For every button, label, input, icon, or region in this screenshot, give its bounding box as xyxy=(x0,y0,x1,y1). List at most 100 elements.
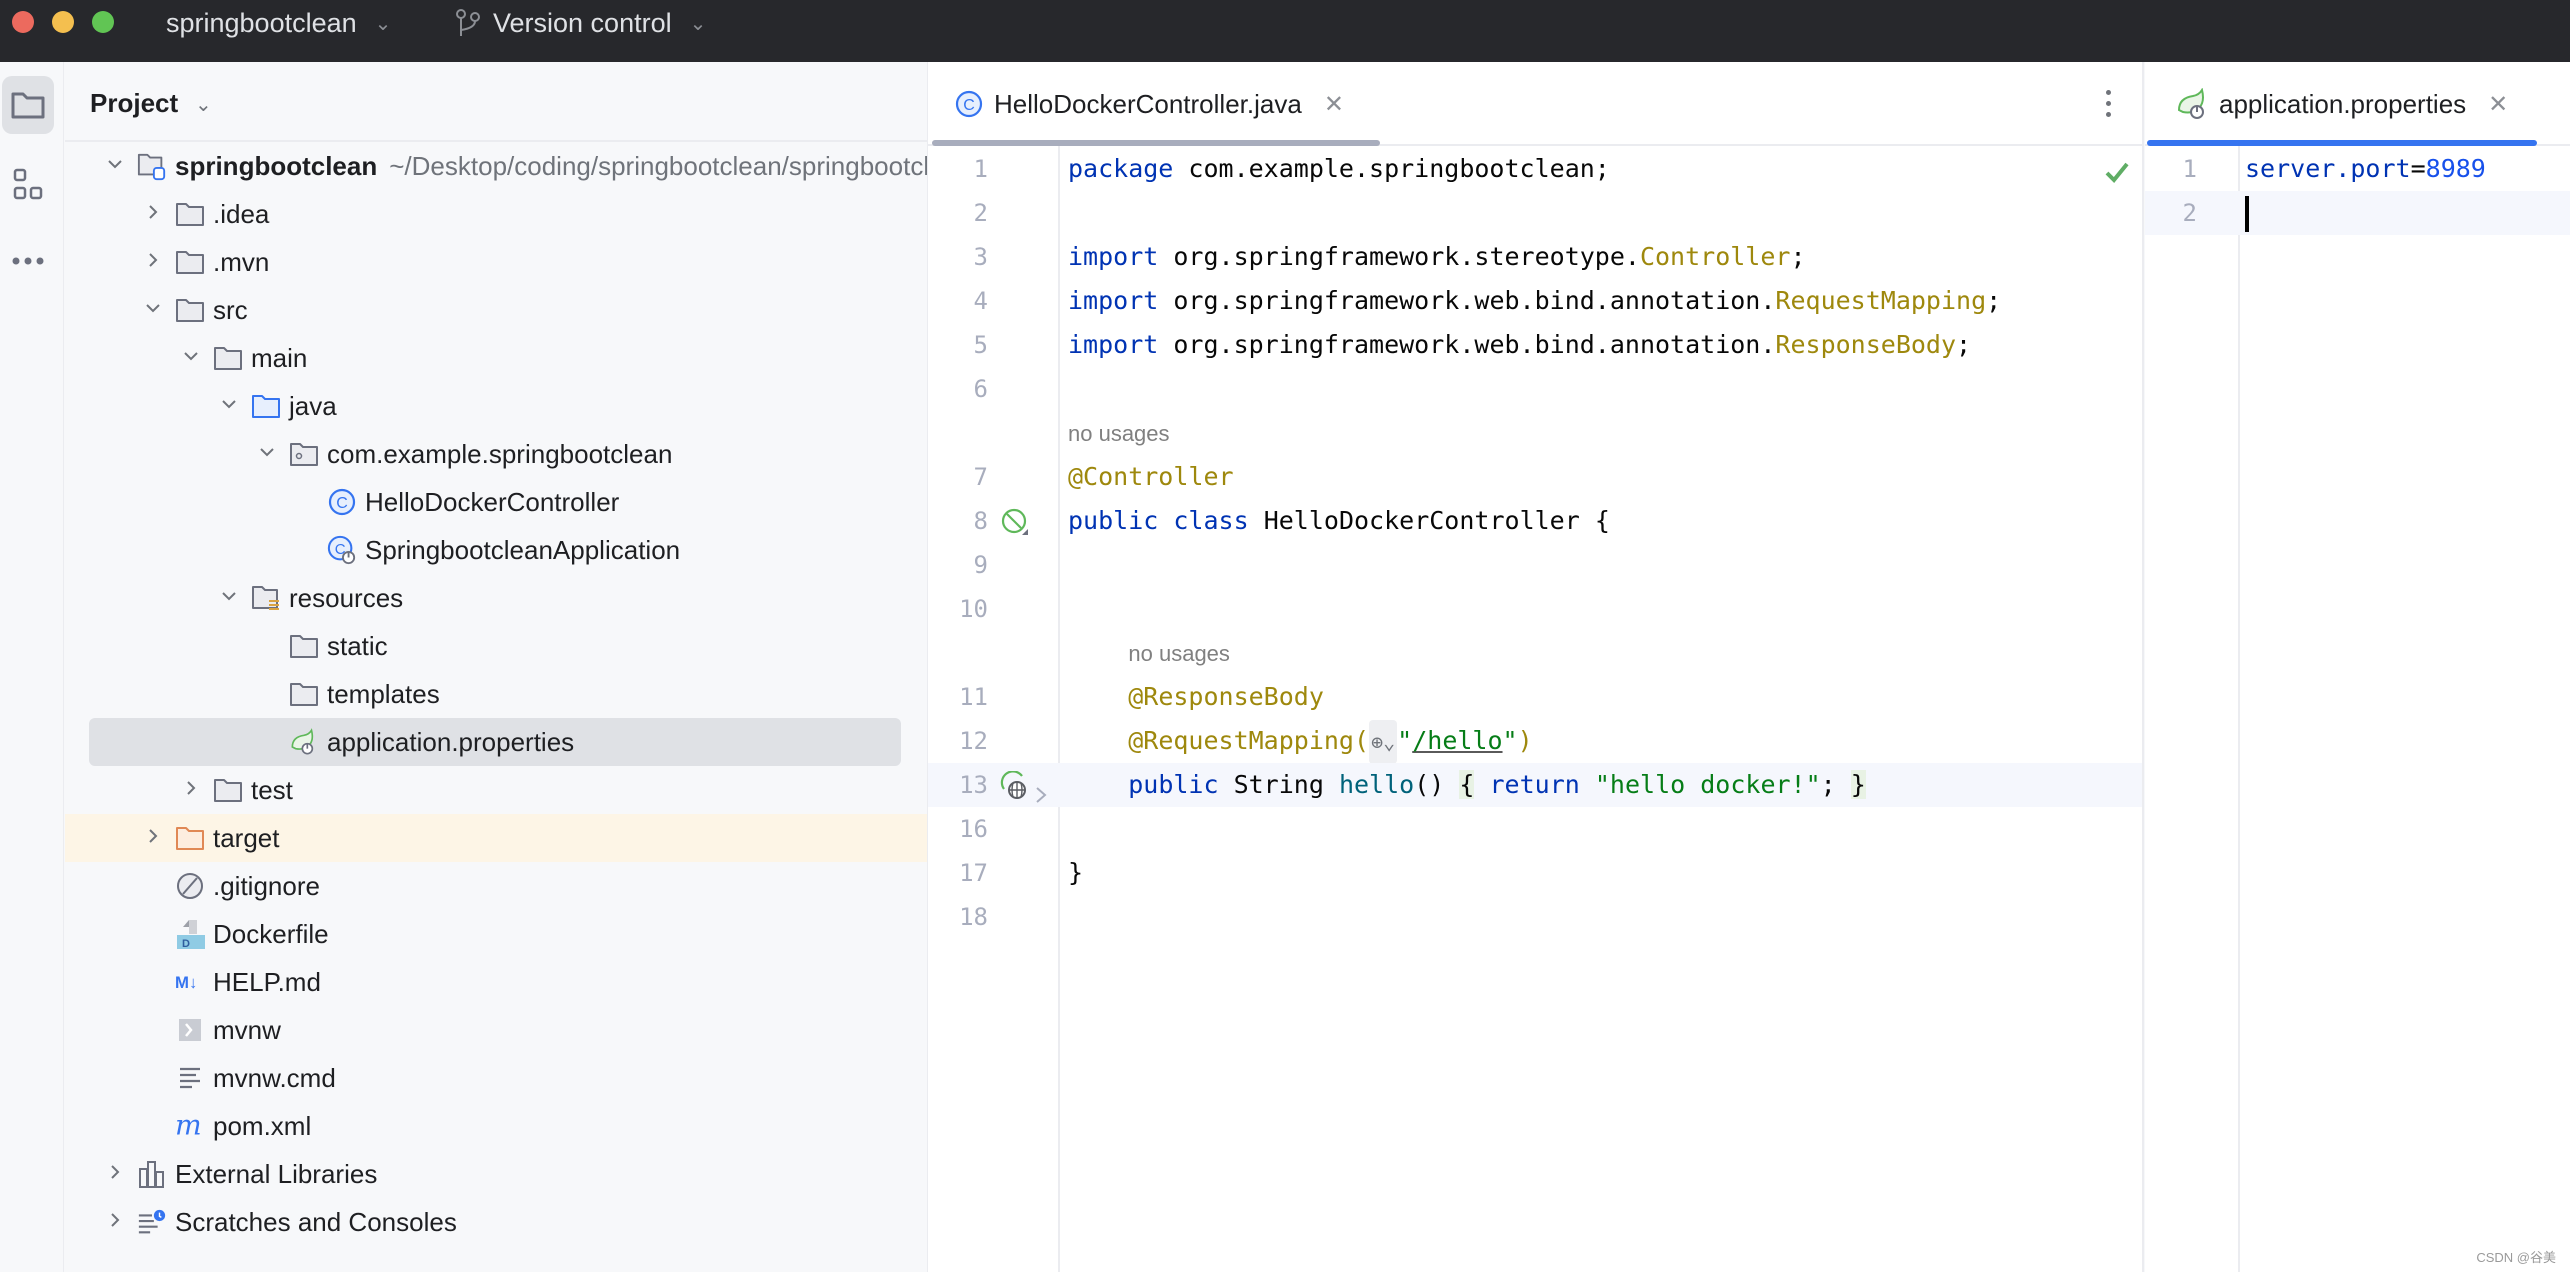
minimize-window-button[interactable] xyxy=(52,11,74,33)
tree-item-main[interactable]: main xyxy=(65,334,927,382)
main-code-area[interactable]: 1 package com.example.springbootclean; 2 3 i… xyxy=(928,62,2142,1272)
code-line-8[interactable]: 8 public class HelloDockerController { xyxy=(928,499,2142,543)
tree-item-dockerfile[interactable]: D Dockerfile xyxy=(65,910,927,958)
token-kw: import xyxy=(1068,330,1159,359)
url-path-link[interactable]: /hello xyxy=(1412,726,1502,755)
branch-icon xyxy=(456,9,480,36)
chevron-down-icon[interactable] xyxy=(257,442,277,462)
tree-item-label: HelloDockerController xyxy=(365,486,620,517)
line-number: 1 xyxy=(973,155,988,183)
chevron-right-icon[interactable] xyxy=(143,202,163,222)
more-tools-button[interactable] xyxy=(2,232,54,290)
code-line-10[interactable]: 10 xyxy=(928,587,2142,631)
token-fn: hello xyxy=(1338,770,1415,799)
no-usages-hint[interactable]: no usages xyxy=(1068,421,1170,447)
tree-item-target[interactable]: target xyxy=(65,814,927,862)
tree-item-test[interactable]: test xyxy=(65,766,927,814)
properties-line-2[interactable]: 2 xyxy=(2145,191,2570,235)
tree-item-springbootcleanapplication[interactable]: C SpringbootcleanApplication xyxy=(65,526,927,574)
token-kw: import xyxy=(1068,286,1159,315)
structure-tool-button[interactable] xyxy=(2,156,54,214)
tree-item-label: test xyxy=(251,774,293,805)
tree-item-mvn[interactable]: .mvn xyxy=(65,238,927,286)
project-panel: Project ⌄ springbootclean ~/Desktop/codin… xyxy=(65,62,928,1272)
maximize-window-button[interactable] xyxy=(92,11,114,33)
token-kw: import xyxy=(1068,242,1159,271)
chevron-right-icon[interactable] xyxy=(143,250,163,270)
folder-icon xyxy=(175,295,205,325)
token-kw: public xyxy=(1128,770,1219,799)
endpoint-inlay-icon[interactable]: ⊕⌄ xyxy=(1369,720,1398,764)
properties-line-1[interactable]: 1 server.port=8989 xyxy=(2145,147,2570,191)
code-line-3[interactable]: 3 import org.springframework.stereotype.C… xyxy=(928,235,2142,279)
project-name: springbootclean xyxy=(166,7,357,38)
code-line-6[interactable]: 6 xyxy=(928,367,2142,411)
chevron-down-icon[interactable]: ⌄ xyxy=(195,92,212,117)
version-control-menu[interactable]: Version control ⌄ xyxy=(455,6,706,40)
folder-icon xyxy=(213,775,243,805)
tree-item-idea[interactable]: .idea xyxy=(65,190,927,238)
token-plain: HelloDockerController { xyxy=(1248,506,1610,535)
tree-item-resources[interactable]: resources xyxy=(65,574,927,622)
tree-item-gitignore[interactable]: .gitignore xyxy=(65,862,927,910)
tree-item-templates[interactable]: templates xyxy=(65,670,927,718)
code-line-16[interactable]: 16 xyxy=(928,807,2142,851)
chevron-down-icon[interactable] xyxy=(181,346,201,366)
chevron-right-icon[interactable] xyxy=(143,826,163,846)
chevron-right-icon[interactable] xyxy=(105,1162,125,1182)
web-endpoint-icon[interactable] xyxy=(1000,770,1030,801)
tree-item-static[interactable]: static xyxy=(65,622,927,670)
source-folder-icon xyxy=(251,391,281,421)
code-line-5[interactable]: 5 import org.springframework.web.bind.ann… xyxy=(928,323,2142,367)
code-line-7[interactable]: 7 @Controller xyxy=(928,455,2142,499)
project-tool-button[interactable] xyxy=(2,76,54,134)
code-line-4[interactable]: 4 import org.springframework.web.bind.ann… xyxy=(928,279,2142,323)
close-window-button[interactable] xyxy=(12,11,34,33)
project-view-selector[interactable]: Project xyxy=(90,88,178,119)
code-line-1[interactable]: 1 package com.example.springbootclean; xyxy=(928,147,2142,191)
code-line-18[interactable]: 18 xyxy=(928,895,2142,939)
code-line-13[interactable]: 13 public String hello() { return "hello… xyxy=(928,763,2142,807)
no-usages-hint[interactable]: no usages xyxy=(1128,641,1230,667)
chevron-down-icon[interactable] xyxy=(143,298,163,318)
tree-item-pom-xml[interactable]: m pom.xml xyxy=(65,1102,927,1150)
matched-brace: } xyxy=(1850,770,1866,799)
tree-item-java[interactable]: java xyxy=(65,382,927,430)
chevron-down-icon[interactable] xyxy=(219,586,239,606)
chevron-right-icon[interactable] xyxy=(105,1210,125,1230)
chevron-down-icon[interactable] xyxy=(219,394,239,414)
tree-item-application-properties[interactable]: application.properties xyxy=(65,718,927,766)
code-line-17[interactable]: 17} xyxy=(928,851,2142,895)
property-separator: = xyxy=(2410,154,2426,183)
token-plain: ; xyxy=(1986,286,2002,315)
chevron-down-icon[interactable] xyxy=(105,154,125,174)
token-ann: @Controller xyxy=(1068,462,1234,491)
tree-item-hellodockercontroller[interactable]: C HelloDockerController xyxy=(65,478,927,526)
token-plain: ; xyxy=(1820,770,1836,799)
code-line-11[interactable]: 11 @ResponseBody xyxy=(928,675,2142,719)
tree-item-mvnw-cmd[interactable]: mvnw.cmd xyxy=(65,1054,927,1102)
project-switcher[interactable]: springbootclean ⌄ xyxy=(166,6,391,40)
tree-item-scratches-and-consoles[interactable]: Scratches and Consoles xyxy=(65,1198,927,1246)
no-problems-check-icon[interactable] xyxy=(2104,160,2130,184)
tree-item-external-libraries[interactable]: External Libraries xyxy=(65,1150,927,1198)
tree-item-com-example-springbootclean[interactable]: com.example.springbootclean xyxy=(65,430,927,478)
code-line-12[interactable]: 12 @RequestMapping(⊕⌄"/hello") xyxy=(928,719,2142,764)
line-number: 2 xyxy=(2182,199,2197,227)
tree-item-label: com.example.springbootclean xyxy=(327,438,673,469)
code-line-9[interactable]: 9 xyxy=(928,543,2142,587)
tree-item-label: mvnw xyxy=(213,1014,281,1045)
code-line-2[interactable]: 2 xyxy=(928,191,2142,235)
chevron-right-icon[interactable] xyxy=(181,778,201,798)
properties-code-area[interactable]: 1 server.port=8989 2 xyxy=(2145,62,2570,1272)
spring-boot-class-icon: C xyxy=(327,535,357,565)
tree-item-src[interactable]: src xyxy=(65,286,927,334)
tree-item-label: resources xyxy=(289,582,404,613)
line-number: 6 xyxy=(973,375,988,403)
spring-bean-icon[interactable] xyxy=(1000,507,1030,537)
tree-item-springbootclean[interactable]: springbootclean ~/Desktop/coding/springbo… xyxy=(65,142,927,190)
tree-item-mvnw[interactable]: mvnw xyxy=(65,1006,927,1054)
tree-item-help-md[interactable]: M↓ HELP.md xyxy=(65,958,927,1006)
